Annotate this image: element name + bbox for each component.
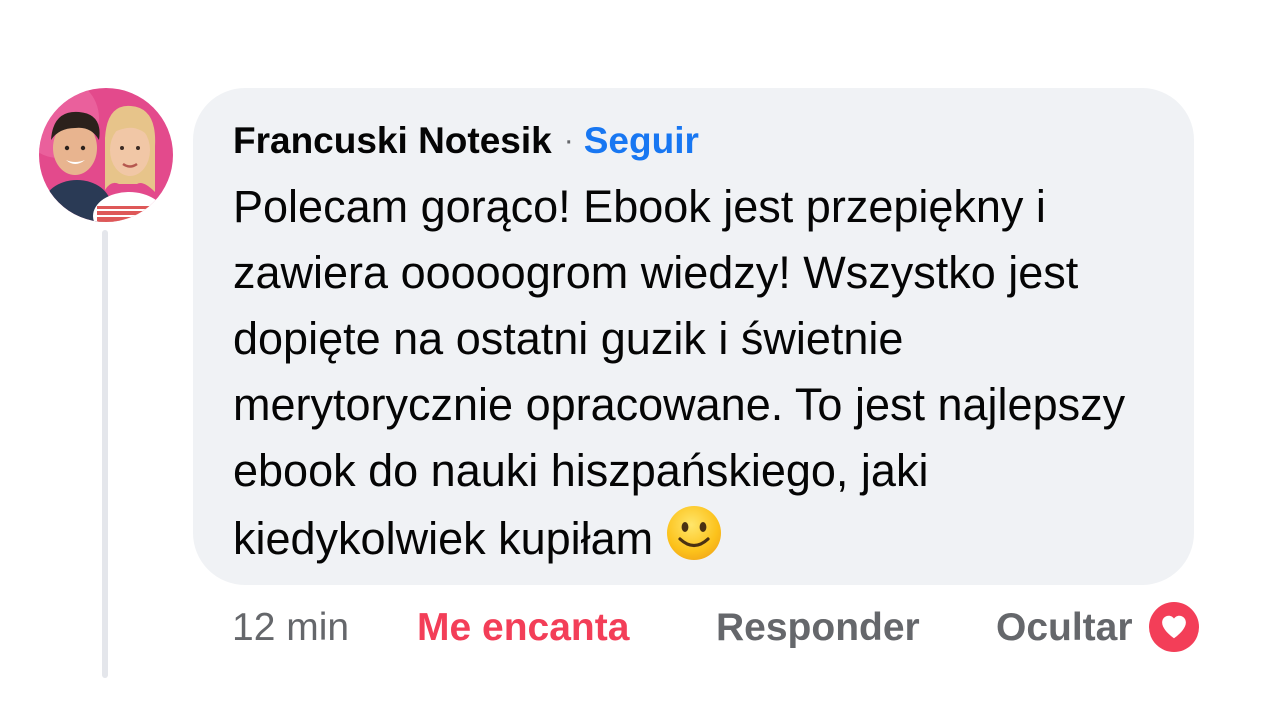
hide-button[interactable]: Ocultar: [996, 606, 1133, 650]
comment-header: Francuski Notesik · Seguir: [233, 116, 1164, 166]
separator-dot: ·: [563, 124, 574, 157]
comment-bubble: Francuski Notesik · Seguir Polecam gorąc…: [193, 88, 1194, 585]
reaction-badge-inner: [1149, 602, 1199, 652]
reaction-badge[interactable]: [1146, 599, 1202, 655]
heart-icon: [1162, 615, 1186, 639]
author-avatar[interactable]: [39, 88, 173, 222]
comment-actions: 12 min Me encanta Responder Ocultar: [0, 600, 1280, 660]
slightly-smiling-face-icon: [665, 504, 723, 562]
comment-timestamp[interactable]: 12 min: [232, 606, 349, 650]
comment-thread: Francuski Notesik · Seguir Polecam gorąc…: [0, 0, 1280, 720]
follow-link[interactable]: Seguir: [584, 120, 699, 162]
reply-button[interactable]: Responder: [716, 606, 920, 650]
avatar-photo: [39, 88, 173, 222]
love-reaction-button[interactable]: Me encanta: [417, 606, 629, 650]
author-name[interactable]: Francuski Notesik: [233, 120, 552, 162]
comment-body: Polecam gorąco! Ebook jest przepiękny i …: [233, 174, 1163, 572]
